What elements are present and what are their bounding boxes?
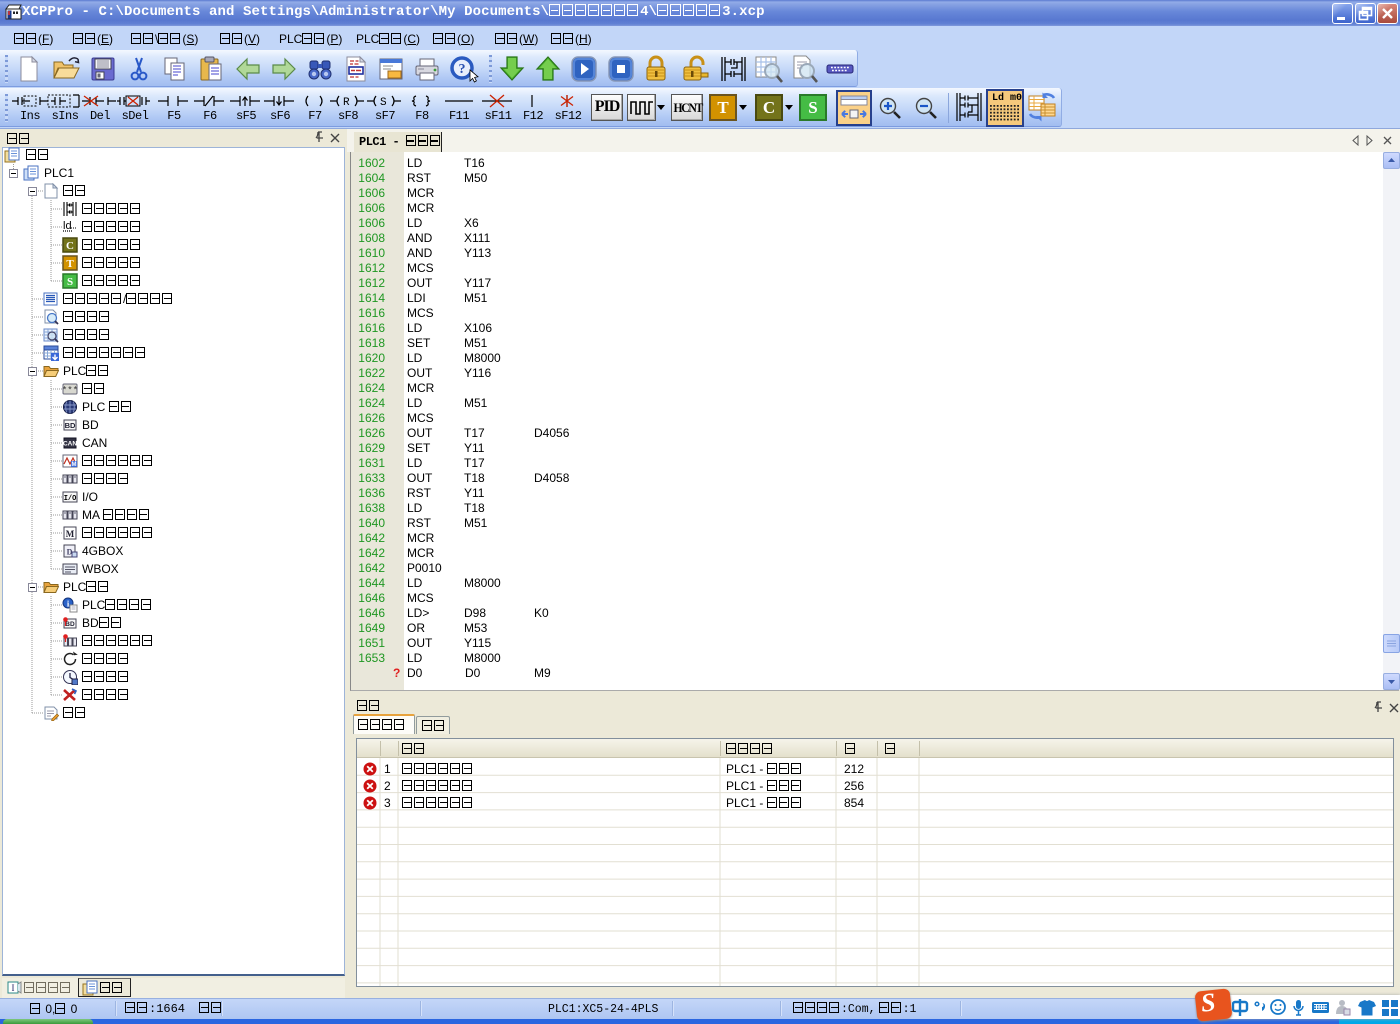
svg-text:CAN: CAN — [63, 441, 77, 448]
svg-text:T: T — [66, 258, 74, 270]
svg-text:M: M — [72, 462, 77, 468]
svg-text:S: S — [67, 276, 73, 288]
svg-text:I/O: I/O — [64, 495, 77, 503]
svg-text:I: I — [12, 983, 15, 993]
svg-text:R: R — [343, 97, 350, 109]
svg-text:***: *** — [62, 386, 78, 396]
svg-text:ld: ld — [63, 220, 72, 232]
svg-text:S: S — [380, 97, 387, 109]
svg-text:M: M — [66, 529, 75, 539]
svg-text:BD: BD — [65, 621, 75, 628]
svg-text:C: C — [66, 240, 74, 252]
svg-text:BD: BD — [65, 421, 76, 430]
svg-text:?: ? — [459, 62, 466, 77]
